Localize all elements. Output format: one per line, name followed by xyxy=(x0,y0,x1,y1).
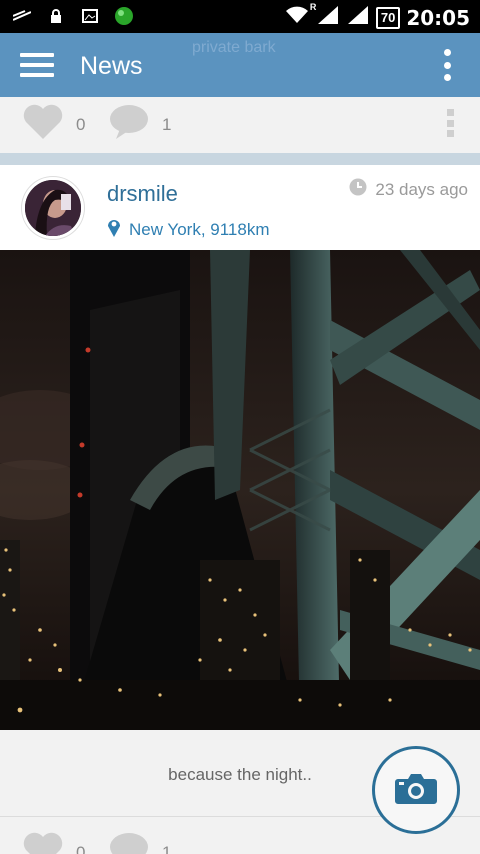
location-text: New York, 9118km xyxy=(129,219,270,239)
camera-icon xyxy=(395,772,437,809)
next-comment-button[interactable]: 1 xyxy=(108,831,171,854)
next-comment-count: 1 xyxy=(162,842,172,854)
page-title: News xyxy=(80,52,143,80)
post-photo[interactable] xyxy=(0,250,480,730)
post-header: drsmile New York, 9118km 23 days ago xyxy=(0,165,480,250)
next-like-count: 0 xyxy=(76,842,86,854)
location[interactable]: New York, 9118km xyxy=(107,217,269,242)
app-subtitle: private bark xyxy=(192,39,276,56)
image-icon xyxy=(80,6,100,26)
comment-icon xyxy=(108,103,150,146)
battery-icon: 70 xyxy=(375,6,401,29)
time-ago: 23 days ago xyxy=(375,179,468,199)
location-pin-icon xyxy=(107,217,121,242)
like-button[interactable]: 0 xyxy=(22,103,85,146)
comment-button[interactable]: 1 xyxy=(108,103,171,146)
next-like-button[interactable]: 0 xyxy=(22,831,85,854)
signal-icon-2 xyxy=(346,4,370,31)
heart-icon xyxy=(22,103,64,146)
like-count: 0 xyxy=(76,114,86,134)
app-bar: News private bark xyxy=(0,33,480,97)
status-time: 20:05 xyxy=(406,5,470,30)
overflow-icon[interactable] xyxy=(442,49,452,81)
status-bar: R 70 20:05 xyxy=(0,0,480,33)
comment-icon xyxy=(108,831,150,854)
menu-icon[interactable] xyxy=(20,53,54,77)
green-dot-icon xyxy=(114,6,134,26)
signal-icon: R xyxy=(310,2,340,31)
roaming-flag: R xyxy=(309,2,317,12)
clock-icon xyxy=(349,178,367,201)
notification-bars-icon xyxy=(12,6,32,26)
avatar[interactable] xyxy=(22,177,84,239)
heart-icon xyxy=(22,831,64,854)
post-overflow-icon[interactable] xyxy=(446,109,454,137)
camera-button[interactable] xyxy=(372,746,460,834)
username-link[interactable]: drsmile xyxy=(107,181,178,207)
post-time: 23 days ago xyxy=(349,178,468,201)
comment-count: 1 xyxy=(162,114,172,134)
wifi-icon xyxy=(284,5,310,30)
previous-post-actions: 0 1 xyxy=(0,97,480,153)
lock-icon xyxy=(46,6,66,26)
